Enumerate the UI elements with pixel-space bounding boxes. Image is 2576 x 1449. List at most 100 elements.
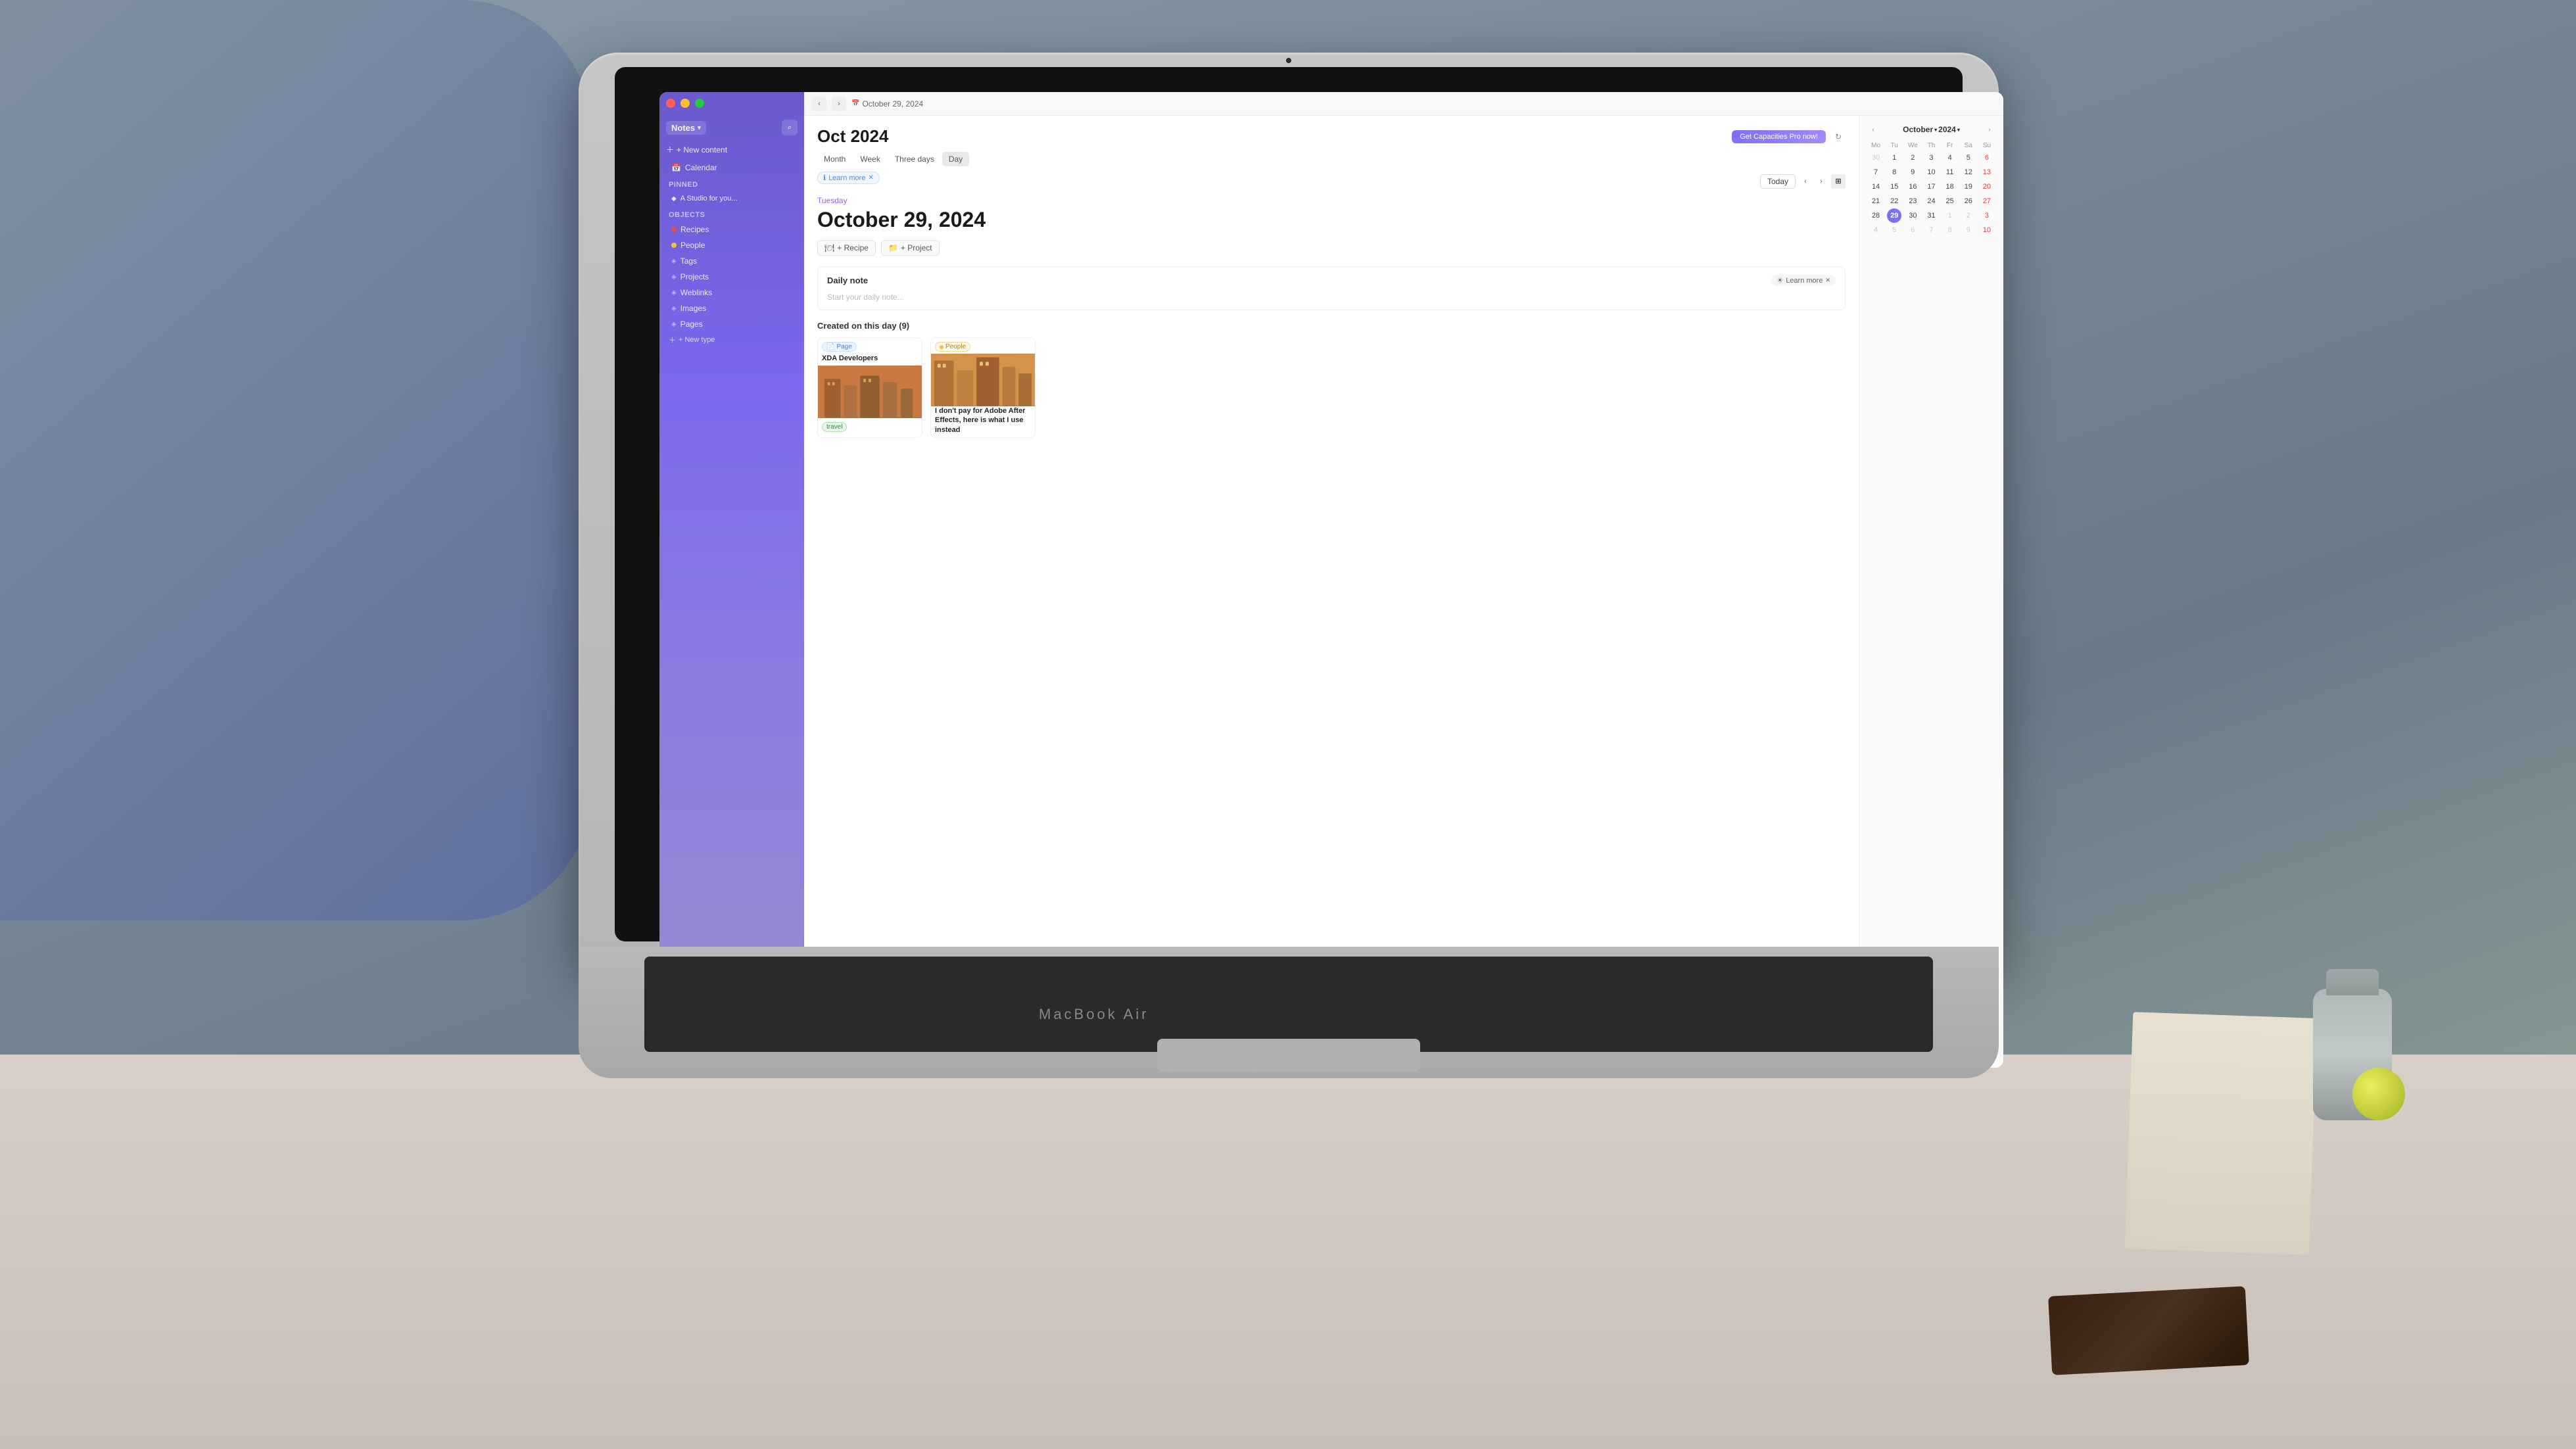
tab-week[interactable]: Week [853,152,886,166]
daily-note-title: Daily note [827,275,868,285]
card-adobe-alternative[interactable]: People [930,337,1036,438]
mini-cal-day-24[interactable]: 24 [1924,194,1938,208]
sidebar-item-pages[interactable]: ◈ Pages [662,316,801,332]
travel-tag: travel [822,422,847,432]
sun-icon: ☀ [1777,276,1783,285]
mini-cal-day-19[interactable]: 19 [1961,179,1976,194]
back-button[interactable]: ‹ [812,97,826,111]
sidebar-item-pinned[interactable]: ◆ A Studio for you... [662,191,801,206]
mini-cal-day-5[interactable]: 5 [1961,151,1976,165]
minimize-button[interactable] [680,99,690,108]
mini-cal-day-nov6[interactable]: 6 [1905,223,1920,237]
mini-cal-day-8[interactable]: 8 [1887,165,1901,179]
mini-cal-dow-row: Mo Tu We Th Fr Sa Su [1867,141,1995,151]
pinned-item-label: A Studio for you... [680,195,738,202]
mini-cal-day-nov4[interactable]: 4 [1869,223,1883,237]
mini-cal-day-13[interactable]: 13 [1980,165,1994,179]
mini-cal-day-21[interactable]: 21 [1869,194,1883,208]
tab-three-days[interactable]: Three days [888,152,941,166]
add-recipe-button[interactable]: 🍽 + Recipe [817,240,876,256]
notebook-prop [2125,1012,2317,1255]
mini-cal-day-20[interactable]: 20 [1980,179,1994,194]
mini-cal-day-7[interactable]: 7 [1869,165,1883,179]
mini-cal-day-nov1[interactable]: 1 [1943,208,1957,223]
new-content-button[interactable]: ＋ + New content [666,142,798,157]
calendar-area: Oct 2024 Get Capacities Pro now! ↻ [804,116,2003,1068]
mini-cal-day-nov5[interactable]: 5 [1887,223,1901,237]
weblinks-label: Weblinks [680,288,712,297]
mini-cal-day-27[interactable]: 27 [1980,194,1994,208]
mini-cal-day-1[interactable]: 1 [1887,151,1901,165]
notes-app-button[interactable]: Notes ▾ [666,121,706,135]
mini-cal-day-nov7[interactable]: 7 [1924,223,1938,237]
mini-cal-day-nov8[interactable]: 8 [1943,223,1957,237]
search-button[interactable]: ⌕ [782,120,798,135]
mini-cal-day-3[interactable]: 3 [1924,151,1938,165]
add-recipe-label: + Recipe [837,243,869,252]
people-tag: People [935,342,970,352]
mini-cal-day-sep30[interactable]: 30 [1869,151,1883,165]
mini-cal-day-23[interactable]: 23 [1905,194,1920,208]
mini-cal-day-18[interactable]: 18 [1943,179,1957,194]
keyboard[interactable] [644,957,1933,1052]
mini-cal-day-28[interactable]: 28 [1869,208,1883,223]
sidebar-item-people[interactable]: People [662,237,801,253]
mini-cal-day-nov10[interactable]: 10 [1980,223,1994,237]
refresh-button[interactable]: ↻ [1831,130,1846,144]
mini-cal-day-6[interactable]: 6 [1980,151,1994,165]
sidebar-item-projects[interactable]: ◈ Projects [662,269,801,285]
mini-cal-day-12[interactable]: 12 [1961,165,1976,179]
grid-view-button[interactable]: ⊞ [1831,174,1846,189]
mini-cal-day-26[interactable]: 26 [1961,194,1976,208]
mini-cal-day-25[interactable]: 25 [1943,194,1957,208]
daily-note-learn-more[interactable]: ☀ Learn more ✕ [1771,275,1836,286]
tab-month[interactable]: Month [817,152,852,166]
prev-day-button[interactable]: ‹ [1798,174,1813,189]
close-button[interactable] [666,99,675,108]
sidebar-item-images[interactable]: ◈ Images [662,300,801,316]
mini-cal-day-nov9[interactable]: 9 [1961,223,1976,237]
mini-cal-day-2[interactable]: 2 [1905,151,1920,165]
learn-more-tag[interactable]: ℹ Learn more ✕ [817,172,880,184]
date-nav-arrows: ‹ › [1798,174,1828,189]
mini-cal-day-16[interactable]: 16 [1905,179,1920,194]
get-pro-button[interactable]: Get Capacities Pro now! [1732,130,1826,143]
forward-button[interactable]: › [832,97,846,111]
mini-cal-day-11[interactable]: 11 [1943,165,1957,179]
new-type-button[interactable]: ＋ + New type [659,332,804,348]
tab-day[interactable]: Day [942,152,969,166]
daily-note-input[interactable]: Start your daily note... [827,293,1836,302]
mini-cal-day-9[interactable]: 9 [1905,165,1920,179]
maximize-button[interactable] [695,99,704,108]
mini-cal-day-31[interactable]: 31 [1924,208,1938,223]
plus-icon-small: ＋ [669,335,676,345]
trackpad[interactable] [1157,1039,1420,1072]
mini-cal-day-30[interactable]: 30 [1905,208,1920,223]
close-tag-icon[interactable]: ✕ [868,174,873,181]
mini-cal-day-17[interactable]: 17 [1924,179,1938,194]
mini-cal-prev-month[interactable]: ‹ [1867,124,1879,135]
dow-th: Th [1922,141,1940,151]
mini-cal-day-10[interactable]: 10 [1924,165,1938,179]
mini-cal-day-nov2[interactable]: 2 [1961,208,1976,223]
card-xda-developers[interactable]: 📄 Page XDA Developers [817,337,922,438]
add-project-button[interactable]: 📁 + Project [881,240,940,256]
sidebar-item-weblinks[interactable]: ◈ Weblinks [662,285,801,300]
mini-cal-day-22[interactable]: 22 [1887,194,1901,208]
close-chip-icon[interactable]: ✕ [1825,277,1830,284]
calendar-header: Oct 2024 Get Capacities Pro now! ↻ [804,116,1859,152]
pages-label: Pages [680,320,703,329]
mini-cal-next-month[interactable]: › [1984,124,1995,135]
sidebar-item-calendar[interactable]: 📅 Calendar [662,160,801,176]
back-arrow-icon: ‹ [818,100,821,108]
mini-cal-day-nov3[interactable]: 3 [1980,208,1994,223]
mini-cal-week-6: 4 5 6 7 8 9 10 [1867,223,1995,237]
next-day-button[interactable]: › [1814,174,1828,189]
sidebar-item-tags[interactable]: ◈ Tags [662,253,801,269]
mini-cal-day-15[interactable]: 15 [1887,179,1901,194]
sidebar-item-recipes[interactable]: Recipes [662,222,801,237]
mini-cal-day-14[interactable]: 14 [1869,179,1883,194]
today-button[interactable]: Today [1760,174,1796,189]
mini-cal-day-4[interactable]: 4 [1943,151,1957,165]
mini-cal-day-29-today[interactable]: 29 [1887,208,1901,223]
